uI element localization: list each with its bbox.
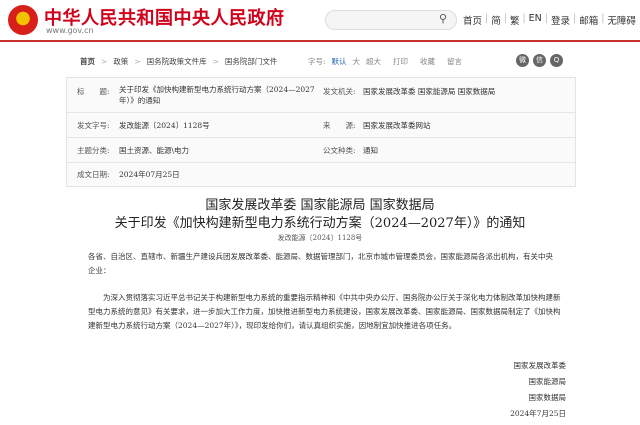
comment-button[interactable]: 留言	[447, 56, 462, 67]
nav-traditional[interactable]: 繁	[510, 13, 520, 27]
meta-source-key: 来 源:	[323, 121, 356, 130]
weibo-icon[interactable]: 微	[516, 54, 529, 67]
breadcrumb-policy-library[interactable]: 国务院政策文件库	[147, 56, 207, 67]
font-size-label: 字号:	[308, 57, 326, 66]
meta-row-topic: 主题分类: 国土资源、能源\电力 公文种类: 通知	[67, 138, 575, 163]
share-buttons: 微 信 Q	[516, 54, 567, 67]
meta-docno-key: 发文字号:	[77, 121, 110, 130]
meta-docno-value: 发改能源〔2024〕1128号	[119, 121, 210, 130]
document-metadata-table: 标 题: 关于印发《加快构建新型电力系统行动方案（2024—2027年）》的通知…	[66, 77, 576, 187]
signature-nda: 国家数据局	[528, 393, 567, 402]
breadcrumb-dept-docs[interactable]: 国务院部门文件	[225, 56, 278, 67]
meta-topic-value: 国土资源、能源\电力	[119, 146, 190, 155]
wechat-icon[interactable]: 信	[533, 54, 546, 67]
article-body: 为深入贯彻落实习近平总书记关于构建新型电力系统的重要指示精神和《中共中央办公厅、…	[88, 293, 561, 330]
font-size-large[interactable]: 大	[353, 56, 361, 67]
article-docno: 发改能源〔2024〕1128号	[277, 234, 363, 242]
nav-english[interactable]: EN	[529, 13, 542, 27]
nav-accessibility[interactable]: 无障碍	[607, 13, 636, 27]
meta-source-value: 国家发展改革委网站	[363, 121, 431, 130]
article-toolbar: 字号: 默认 大 超大 打印 收藏 留言	[308, 56, 468, 67]
print-button[interactable]: 打印	[393, 56, 408, 67]
breadcrumb-policy[interactable]: 政策	[113, 56, 128, 67]
signature-ndrc: 国家发展改革委	[513, 361, 567, 370]
favorite-button[interactable]: 收藏	[420, 56, 435, 67]
meta-date-key: 成文日期:	[77, 170, 110, 179]
signature-date: 2024年7月25日	[510, 409, 566, 418]
top-nav: 首页 | 简 | 繁 | EN | 登录 | 邮箱 | 无障碍	[463, 13, 636, 27]
signature-nea: 国家能源局	[528, 377, 567, 386]
article-title: 关于印发《加快构建新型电力系统行动方案（2024—2027年）》的通知	[114, 216, 526, 231]
meta-type-value: 通知	[363, 146, 378, 155]
meta-date-value: 2024年07月25日	[119, 170, 180, 179]
breadcrumb: 首页 > 政策 > 国务院政策文件库 > 国务院部门文件	[80, 56, 278, 67]
breadcrumb-home[interactable]: 首页	[80, 56, 95, 67]
site-header: 中华人民共和国中央人民政府 www.gov.cn ⚲ 首页 | 简 | 繁 | EN |…	[0, 0, 640, 40]
meta-topic-key: 主题分类:	[77, 146, 110, 155]
meta-type-key: 公文种类:	[323, 146, 356, 155]
article-recipients: 各省、自治区、直辖市、新疆生产建设兵团发展改革委、能源局、数据管理部门，北京市城…	[88, 252, 553, 275]
meta-issuer-key: 发文机关:	[323, 87, 356, 96]
meta-row-date: 成文日期: 2024年07月25日	[67, 163, 575, 185]
meta-title-key: 标 题:	[77, 87, 110, 96]
font-size-default[interactable]: 默认	[332, 56, 347, 67]
nav-mail[interactable]: 邮箱	[579, 13, 598, 27]
national-emblem-icon[interactable]	[8, 5, 38, 35]
article-issuers-heading: 国家发展改革委 国家能源局 国家数据局	[205, 198, 435, 213]
meta-row-title: 标 题: 关于印发《加快构建新型电力系统行动方案（2024—2027年）》的通知…	[67, 78, 575, 113]
nav-simplified[interactable]: 简	[491, 13, 501, 27]
nav-home[interactable]: 首页	[463, 13, 482, 27]
search-icon[interactable]: ⚲	[433, 9, 453, 29]
qq-icon[interactable]: Q	[550, 54, 563, 67]
header-divider	[0, 40, 640, 42]
font-size-xlarge[interactable]: 超大	[366, 56, 381, 67]
site-url: www.gov.cn	[46, 26, 94, 35]
nav-login[interactable]: 登录	[551, 13, 570, 27]
meta-row-docno: 发文字号: 发改能源〔2024〕1128号 来 源: 国家发展改革委网站	[67, 113, 575, 138]
meta-issuer-value: 国家发展改革委 国家能源局 国家数据局	[363, 87, 496, 96]
meta-title-value: 关于印发《加快构建新型电力系统行动方案（2024—2027年）》的通知	[119, 85, 315, 105]
